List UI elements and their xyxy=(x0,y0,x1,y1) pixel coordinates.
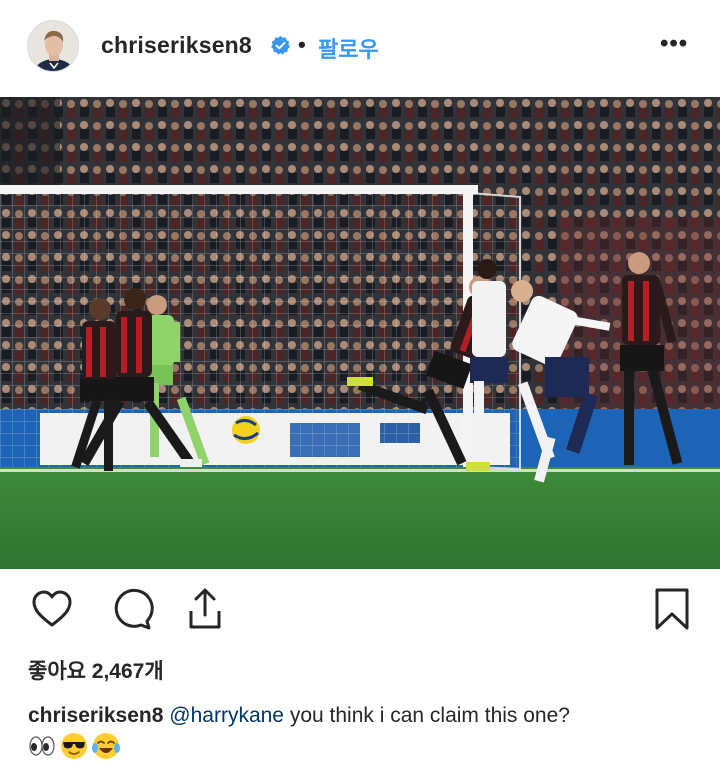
action-bar xyxy=(0,585,720,641)
more-options-icon[interactable]: ••• xyxy=(660,30,688,58)
football-match-photo xyxy=(0,97,720,569)
share-upload-icon[interactable] xyxy=(181,585,229,633)
caption-emojis xyxy=(28,731,120,761)
verified-badge-icon xyxy=(270,35,291,56)
mention-link[interactable]: @harrykane xyxy=(169,704,284,727)
comment-bubble-icon[interactable] xyxy=(106,585,154,633)
caption-username[interactable]: chriseriksen8 xyxy=(28,704,163,727)
like-count[interactable]: 좋아요 2,467개 xyxy=(28,655,164,685)
post-photo[interactable] xyxy=(0,97,720,569)
football xyxy=(232,416,260,444)
eyes-emoji xyxy=(28,732,56,760)
sunglasses-face-emoji xyxy=(60,732,88,760)
avatar-image xyxy=(28,21,78,71)
bookmark-icon[interactable] xyxy=(648,585,696,633)
avatar[interactable] xyxy=(27,20,79,72)
separator-dot: • xyxy=(298,32,306,57)
caption-text: you think i can claim this one? xyxy=(283,704,570,727)
heart-icon[interactable] xyxy=(28,585,76,633)
tears-of-joy-emoji xyxy=(92,732,120,760)
follow-button[interactable]: 팔로우 xyxy=(318,32,379,64)
username-link[interactable]: chriseriksen8 xyxy=(101,32,252,59)
caption: chriseriksen8 @harrykane you think i can… xyxy=(28,701,708,731)
post-header: chriseriksen8 • 팔로우 ••• xyxy=(0,0,720,96)
